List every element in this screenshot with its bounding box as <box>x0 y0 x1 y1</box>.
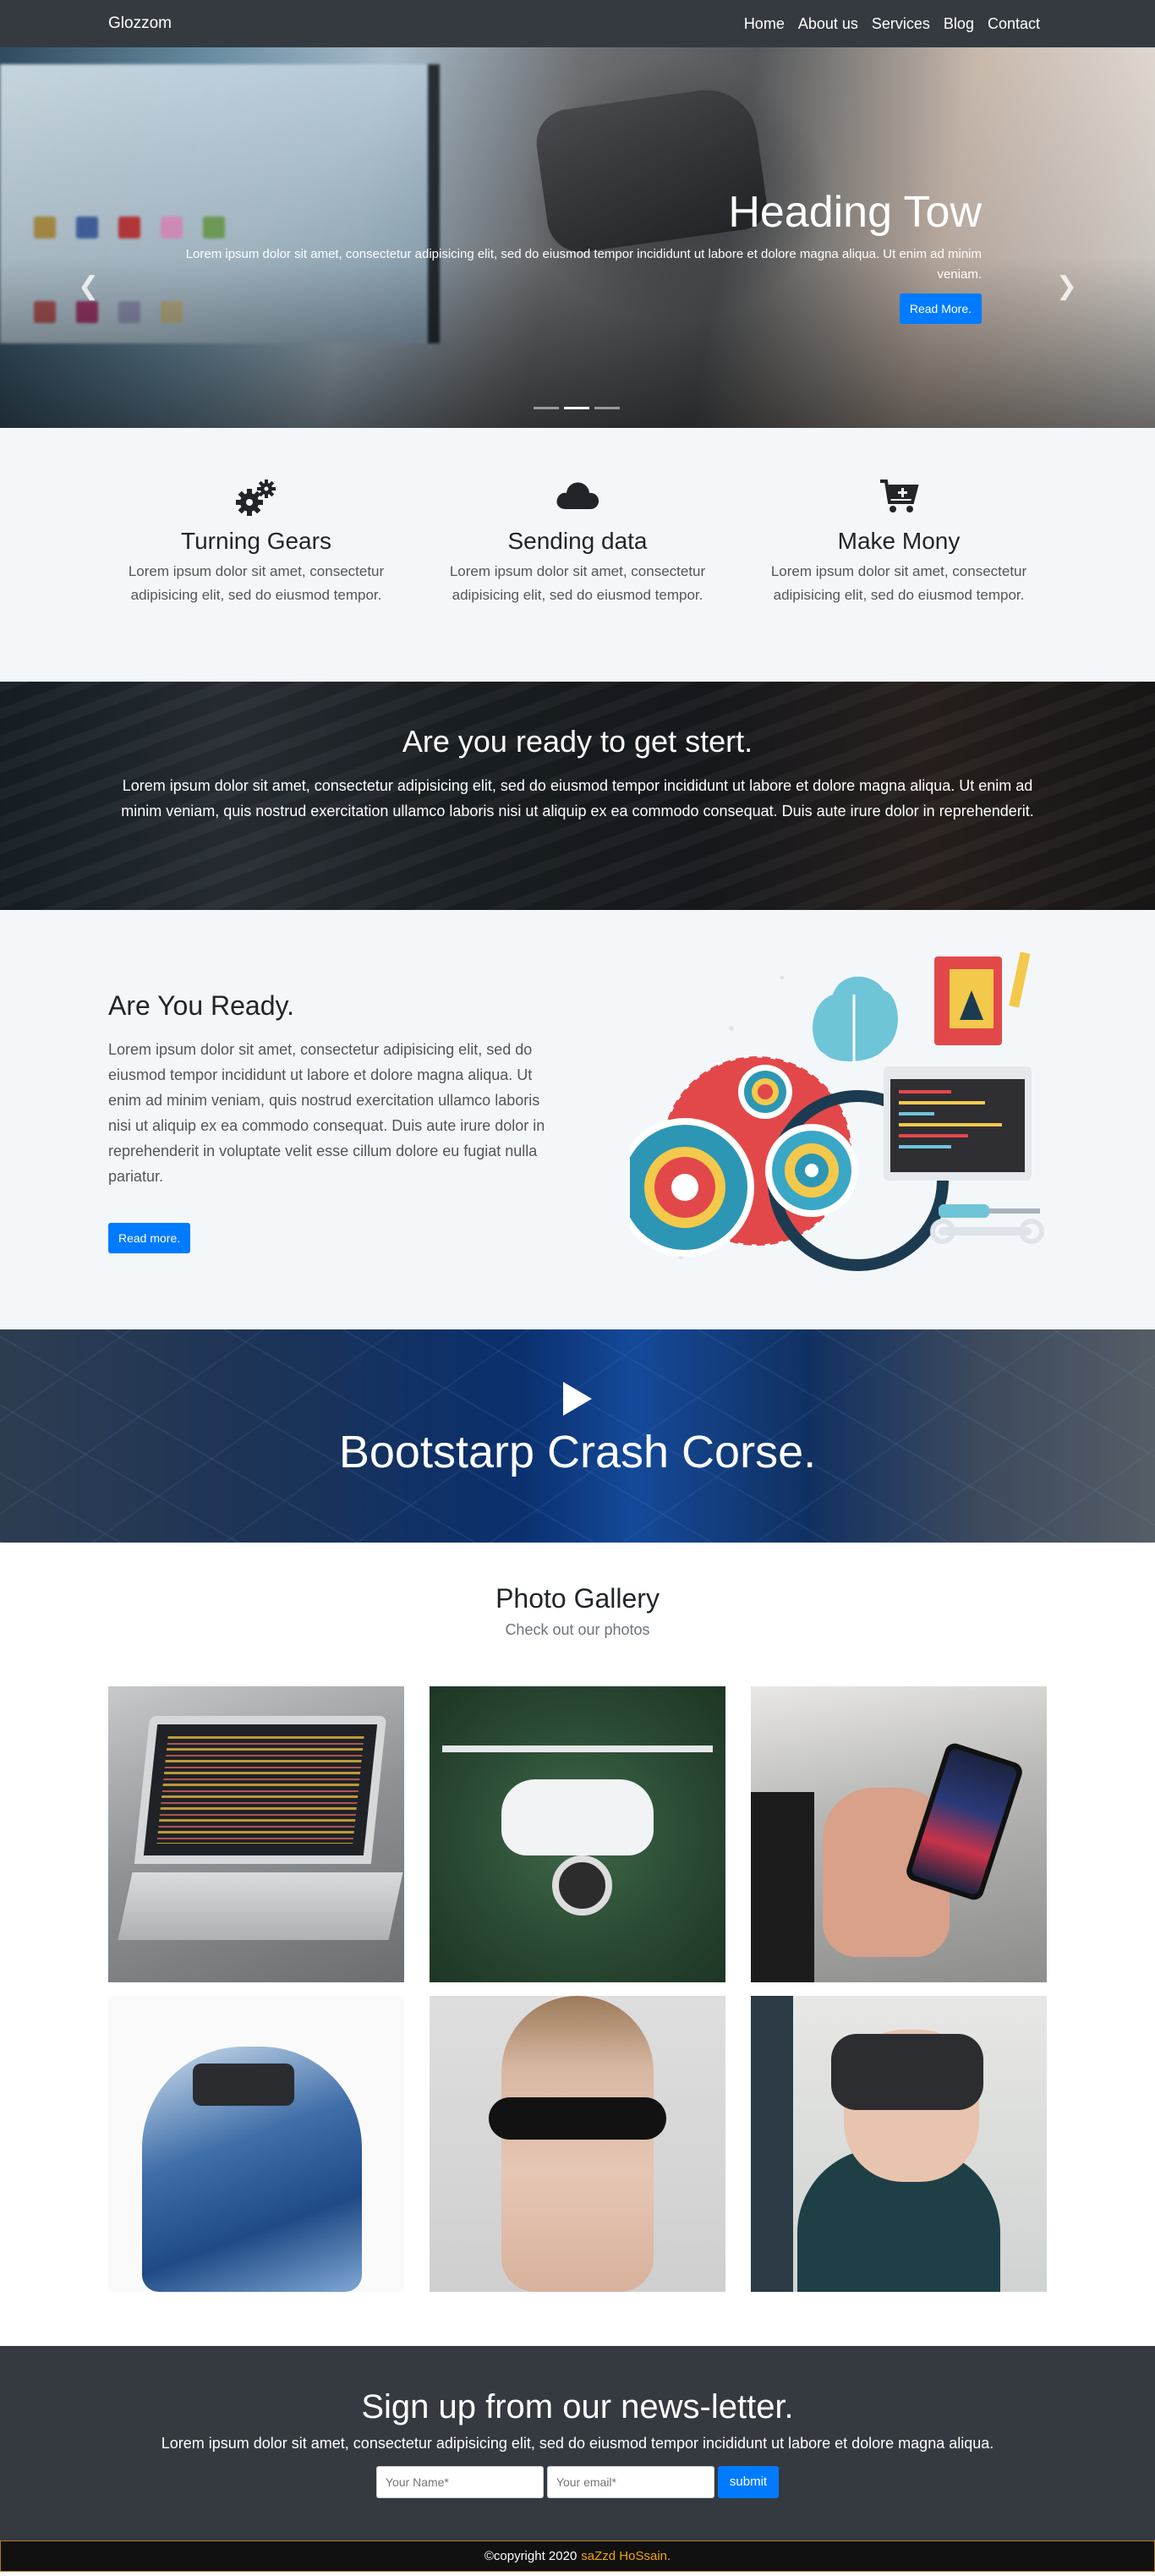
video-heading: Bootstarp Crash Corse. <box>338 1427 817 1477</box>
video-banner: Bootstarp Crash Corse. <box>0 1329 1155 1543</box>
feature-card: Turning Gears Lorem ipsum dolor sit amet… <box>108 479 404 682</box>
feature-title: Make Mony <box>837 528 961 554</box>
hero-caption: Heading Tow Lorem ipsum dolor sit amet, … <box>153 187 982 324</box>
gallery-grid <box>108 1686 1047 2292</box>
author-name: saZzd HoSsain. <box>581 2549 671 2563</box>
newsletter-heading: Sign up from our news-letter. <box>361 2388 794 2425</box>
newsletter-section: Sign up from our news-letter. Lorem ipsu… <box>0 2346 1155 2540</box>
copyright-text: ©copyright 2020 <box>484 2549 578 2563</box>
carousel-indicator[interactable] <box>594 407 620 409</box>
carousel-indicator[interactable] <box>534 407 559 409</box>
banner-heading: Are you ready to get stert. <box>402 724 753 759</box>
gallery-photo-drone[interactable] <box>430 1686 725 1982</box>
video-content: Bootstarp Crash Corse. <box>0 1329 1155 1478</box>
nav-link-about[interactable]: About us <box>791 15 865 33</box>
nav-link-services[interactable]: Services <box>865 15 937 33</box>
navbar: Glozzom Home About us Services Blog Cont… <box>0 0 1155 47</box>
gallery-photo-visor[interactable] <box>430 1996 725 2292</box>
gallery-photo-laptop[interactable] <box>108 1686 404 1982</box>
nav-links: Home About us Services Blog Contact <box>737 15 1047 33</box>
gallery-subheading: Check out our photos <box>505 1621 650 1638</box>
gears-illustration <box>616 951 1053 1291</box>
feature-text: Lorem ipsum dolor sit amet, consectetur … <box>128 563 385 603</box>
gallery-photo-vr-pixels[interactable] <box>108 1996 404 2292</box>
about-section: Are You Ready. Lorem ipsum dolor sit ame… <box>0 910 1155 1329</box>
newsletter-form: submit <box>0 2466 1155 2498</box>
hero-carousel: ❮ ❯ Heading Tow Lorem ipsum dolor sit am… <box>0 47 1155 428</box>
gears-icon <box>108 479 404 521</box>
photo-gallery: Photo Gallery Check out our photos <box>0 1543 1155 2346</box>
chevron-left-icon[interactable]: ❮ <box>78 271 99 301</box>
footer: ©copyright 2020 saZzd HoSsain. <box>0 2540 1155 2572</box>
gallery-photo-phone[interactable] <box>751 1686 1047 1982</box>
gallery-heading: Photo Gallery <box>495 1583 660 1614</box>
banner-content: Are you ready to get stert. Lorem ipsum … <box>0 682 1155 824</box>
hero-read-more-button[interactable]: Read More. <box>899 293 982 324</box>
brand-logo[interactable]: Glozzom <box>108 14 172 33</box>
hero-heading: Heading Tow <box>728 188 982 237</box>
nav-link-contact[interactable]: Contact <box>981 15 1047 33</box>
chevron-right-icon[interactable]: ❯ <box>1056 271 1077 301</box>
name-input[interactable] <box>375 2466 544 2498</box>
feature-text: Lorem ipsum dolor sit amet, consectetur … <box>449 563 706 603</box>
email-input[interactable] <box>546 2466 714 2498</box>
carousel-indicators <box>534 407 620 409</box>
feature-title: Sending data <box>507 528 648 554</box>
carousel-indicator-active[interactable] <box>564 407 589 409</box>
about-read-more-button[interactable]: Read more. <box>108 1223 191 1253</box>
hero-text: Lorem ipsum dolor sit amet, consectetur … <box>185 247 982 282</box>
submit-button[interactable]: submit <box>717 2466 780 2498</box>
feature-text: Lorem ipsum dolor sit amet, consectetur … <box>770 563 1027 603</box>
gallery-photo-vr-boy[interactable] <box>751 1996 1047 2292</box>
features-section: Turning Gears Lorem ipsum dolor sit amet… <box>0 428 1155 682</box>
play-icon[interactable] <box>563 1382 592 1416</box>
banner-text: Lorem ipsum dolor sit amet, consectetur … <box>121 777 1034 819</box>
cloud-icon <box>430 479 725 521</box>
feature-title: Turning Gears <box>181 528 331 554</box>
feature-card: Sending data Lorem ipsum dolor sit amet,… <box>430 479 725 682</box>
about-text-block: Are You Ready. Lorem ipsum dolor sit ame… <box>108 990 565 1253</box>
newsletter-text: Lorem ipsum dolor sit amet, consectetur … <box>161 2435 994 2452</box>
cart-plus-icon <box>751 479 1047 521</box>
ready-banner: Are you ready to get stert. Lorem ipsum … <box>0 682 1155 910</box>
about-text: Lorem ipsum dolor sit amet, consectetur … <box>108 1041 545 1185</box>
feature-card: Make Mony Lorem ipsum dolor sit amet, co… <box>751 479 1047 682</box>
nav-link-blog[interactable]: Blog <box>937 15 981 33</box>
about-heading: Are You Ready. <box>108 990 295 1021</box>
nav-link-home[interactable]: Home <box>737 15 791 33</box>
